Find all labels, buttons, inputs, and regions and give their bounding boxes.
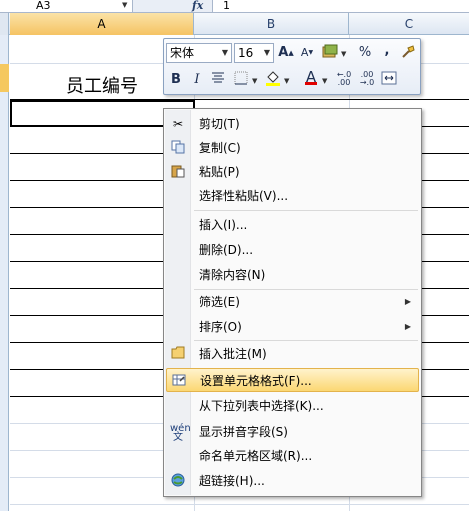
menu-item-label: 清除内容(N)	[199, 268, 266, 282]
menu-item-label: 命名单元格区域(R)...	[199, 449, 313, 463]
decrease-decimal-button[interactable]: .00 →.0	[357, 71, 377, 89]
menu-item-show-phonetic[interactable]: wén 文 显示拼音字段(S)	[166, 420, 419, 444]
menu-item-paste-special[interactable]: 选择性粘贴(V)...	[166, 184, 419, 208]
row-headers[interactable]	[0, 35, 9, 511]
paste-icon	[170, 164, 186, 180]
hyperlink-icon	[170, 473, 186, 489]
format-cells-icon	[171, 373, 187, 389]
fill-color-button[interactable]	[264, 70, 282, 88]
formula-buttons: fx	[140, 0, 210, 12]
context-menu: ✂ 剪切(T) 复制(C) 粘贴(P) 选择性粘贴(V)... 插入(I)...…	[163, 108, 422, 497]
borders-button[interactable]	[232, 71, 250, 89]
font-size-box[interactable]: 16 ▼	[234, 43, 274, 63]
menu-item-sort[interactable]: 排序(O) ▶	[166, 315, 419, 339]
format-painter-button[interactable]	[399, 44, 417, 62]
menu-item-label: 插入批注(M)	[199, 347, 267, 361]
menu-item-clear-contents[interactable]: 清除内容(N)	[166, 263, 419, 287]
menu-separator	[194, 210, 418, 211]
formula-bar: A3 ▼ fx 1	[0, 0, 469, 13]
menu-item-pick-from-list[interactable]: 从下拉列表中选择(K)...	[166, 394, 419, 418]
menu-item-label: 选择性粘贴(V)...	[199, 189, 289, 203]
caret-down-icon: ▼	[308, 49, 314, 56]
font-color-swatch	[305, 82, 317, 85]
caret-up-icon: ▲	[288, 49, 294, 57]
center-align-button[interactable]	[209, 71, 227, 89]
insert-function-button[interactable]: fx	[192, 0, 203, 12]
accounting-format-icon	[322, 44, 338, 58]
menu-item-label: 粘贴(P)	[199, 165, 240, 179]
menu-separator	[194, 340, 418, 341]
bold-button[interactable]: B	[167, 71, 185, 89]
menu-item-filter[interactable]: 筛选(E) ▶	[166, 290, 419, 314]
menu-item-label: 筛选(E)	[199, 295, 240, 309]
mini-toolbar-row-2: B I ▼ ▼ A ▼ ←.0 .00 .00 →.0	[164, 68, 420, 92]
shrink-font-button[interactable]: A▼	[298, 44, 316, 62]
font-size-value: 16	[238, 46, 254, 60]
formula-input[interactable]: 1	[212, 0, 469, 12]
chevron-down-icon[interactable]: ▼	[341, 50, 346, 58]
menu-item-label: 从下拉列表中选择(K)...	[199, 399, 324, 413]
font-name-value: 宋体	[170, 46, 195, 60]
chevron-down-icon[interactable]: ▼	[284, 77, 289, 85]
column-headers: A B C	[0, 13, 469, 35]
submenu-arrow-icon: ▶	[404, 322, 411, 331]
chevron-down-icon[interactable]: ▼	[252, 77, 257, 85]
menu-item-copy[interactable]: 复制(C)	[166, 136, 419, 160]
menu-item-label: 超链接(H)...	[199, 474, 265, 488]
grow-font-icon: A	[278, 45, 289, 60]
font-color-button[interactable]: A	[302, 68, 320, 86]
scissors-icon: ✂	[172, 117, 184, 131]
select-all-corner[interactable]	[0, 13, 9, 35]
menu-item-format-cells[interactable]: 设置单元格格式(F)...	[166, 368, 419, 392]
mini-toolbar: 宋体 ▼ 16 ▼ A▲ A▼ ▼ % , B I ▼ ▼ A ▼ ←.0 .0…	[163, 38, 421, 95]
menu-item-label: 设置单元格格式(F)...	[200, 374, 312, 388]
menu-item-label: 显示拼音字段(S)	[199, 425, 288, 439]
comma-style-button[interactable]: ,	[378, 42, 396, 60]
percent-style-button[interactable]: %	[356, 44, 374, 62]
chevron-down-icon[interactable]: ▼	[222, 44, 228, 62]
mini-toolbar-row-1: 宋体 ▼ 16 ▼ A▲ A▼ ▼ % ,	[164, 40, 420, 64]
row-header-selected[interactable]	[0, 64, 9, 92]
chevron-down-icon[interactable]: ▼	[122, 1, 127, 10]
copy-icon	[170, 140, 186, 156]
menu-item-label: 插入(I)...	[199, 218, 248, 232]
chevron-down-icon[interactable]: ▼	[322, 77, 327, 85]
menu-item-paste[interactable]: 粘贴(P)	[166, 160, 419, 184]
column-header-c[interactable]: C	[349, 13, 469, 35]
column-header-a[interactable]: A	[10, 13, 194, 35]
menu-item-insert[interactable]: 插入(I)...	[166, 213, 419, 237]
name-box-value: A3	[36, 0, 51, 12]
menu-item-delete[interactable]: 删除(D)...	[166, 238, 419, 262]
borders-icon	[234, 71, 248, 85]
menu-item-label: 剪切(T)	[199, 117, 240, 131]
name-box[interactable]: A3 ▼	[0, 0, 133, 12]
menu-item-insert-comment[interactable]: 插入批注(M)	[166, 342, 419, 366]
menu-item-label: 复制(C)	[199, 141, 241, 155]
italic-button[interactable]: I	[188, 71, 206, 89]
fill-bucket-icon	[266, 71, 280, 86]
accounting-format-button[interactable]	[321, 44, 339, 62]
comment-icon	[170, 346, 186, 362]
menu-item-label: 排序(O)	[199, 320, 242, 334]
merge-center-button[interactable]	[380, 71, 398, 89]
grow-font-button[interactable]: A▲	[277, 44, 295, 62]
menu-item-hyperlink[interactable]: 超链接(H)...	[166, 469, 419, 493]
column-header-b[interactable]: B	[194, 13, 349, 35]
menu-item-label: 删除(D)...	[199, 243, 254, 257]
format-painter-icon	[402, 45, 415, 58]
chevron-down-icon[interactable]: ▼	[264, 44, 270, 62]
phonetic-icon: wén 文	[170, 423, 191, 443]
grid-line	[10, 504, 469, 505]
merge-center-icon	[381, 71, 397, 85]
menu-item-cut[interactable]: ✂ 剪切(T)	[166, 112, 419, 136]
submenu-arrow-icon: ▶	[404, 297, 411, 306]
menu-item-define-name[interactable]: 命名单元格区域(R)...	[166, 444, 419, 468]
font-name-box[interactable]: 宋体 ▼	[166, 43, 232, 63]
center-align-icon	[212, 72, 224, 83]
increase-decimal-button[interactable]: ←.0 .00	[334, 71, 354, 89]
